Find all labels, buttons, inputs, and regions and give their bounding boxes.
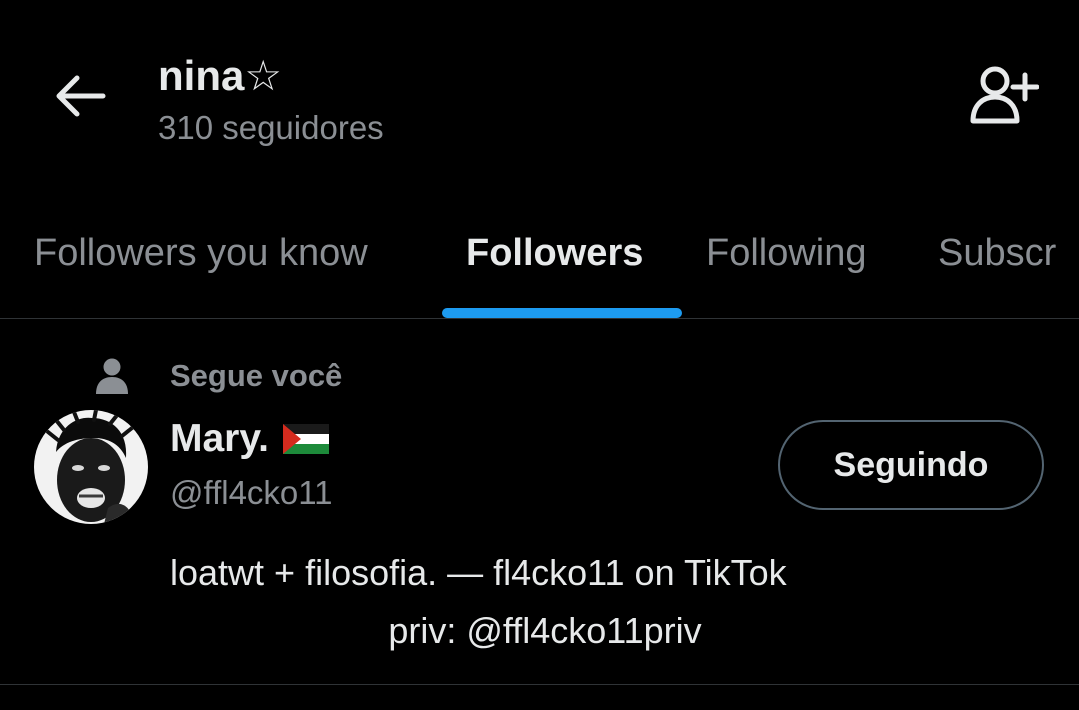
bio-line: priv: @ffl4cko11priv [388,610,702,651]
follows-you-label: Segue você [170,358,343,393]
user-display-name[interactable]: Mary. [170,414,329,464]
user-name-text: Mary. [170,417,269,460]
follows-you-context: Segue você [92,356,342,396]
back-button[interactable] [48,68,112,124]
add-user-button[interactable] [962,58,1046,130]
followers-tabs: Followers you know Followers Following S… [0,208,1079,318]
user-bio: loatwt + filosofia. — fl4cko11 on TikTok… [170,544,920,660]
list-divider [0,684,1079,685]
bio-line: loatwt + filosofia. — fl4cko11 on TikTok [170,552,787,593]
tabs-divider [0,318,1079,319]
tab-following[interactable]: Following [706,228,867,278]
following-button[interactable]: Seguindo [778,420,1044,510]
followers-count: 310 seguidores [158,109,384,146]
tab-followers-you-know[interactable]: Followers you know [34,228,368,278]
person-icon [92,356,132,396]
profile-header: nina☆ 310 seguidores [158,52,384,148]
arrow-left-icon [56,75,106,117]
person-plus-icon [970,66,1039,124]
tab-subscriptions[interactable]: Subscr [938,228,1056,278]
avatar[interactable] [34,410,148,524]
page-title: nina☆ [158,52,282,99]
tab-followers[interactable]: Followers [466,228,643,278]
palestine-flag-icon [283,424,329,454]
active-tab-indicator [442,308,682,318]
user-handle[interactable]: @ffl4cko11 [170,474,333,512]
top-bar: nina☆ 310 seguidores [0,0,1079,190]
